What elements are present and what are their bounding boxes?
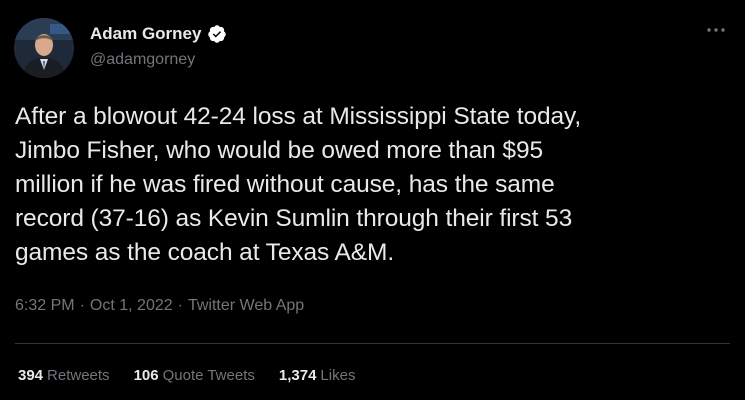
author-name-row: Adam Gorney — [90, 24, 227, 44]
more-icon[interactable] — [705, 22, 727, 38]
meta-separator: · — [177, 297, 183, 314]
verified-badge-icon — [208, 25, 227, 43]
meta-separator: · — [79, 297, 85, 314]
quote-tweets-label: Quote Tweets — [162, 367, 255, 384]
author-handle[interactable]: @adamgorney — [90, 51, 195, 69]
tweet-date[interactable]: Oct 1, 2022 — [90, 297, 173, 315]
tweet-card: Adam Gorney @adamgorney After a blowout … — [0, 0, 745, 400]
engagement-stats: 394 Retweets 106 Quote Tweets 1,374 Like… — [18, 367, 355, 384]
avatar[interactable] — [14, 18, 74, 78]
author-display-name[interactable]: Adam Gorney — [90, 24, 201, 44]
tweet-text: After a blowout 42-24 loss at Mississipp… — [15, 103, 582, 266]
likes-label: Likes — [320, 367, 356, 384]
likes-stat[interactable]: 1,374 Likes — [279, 367, 356, 384]
tweet-time[interactable]: 6:32 PM — [15, 297, 75, 315]
retweets-count: 394 — [18, 367, 44, 384]
tweet-meta: 6:32 PM · Oct 1, 2022 · Twitter Web App — [15, 297, 304, 315]
retweets-stat[interactable]: 394 Retweets — [18, 367, 110, 384]
likes-count: 1,374 — [278, 367, 317, 384]
retweets-label: Retweets — [47, 367, 110, 384]
tweet-source[interactable]: Twitter Web App — [188, 297, 304, 315]
quote-tweets-stat[interactable]: 106 Quote Tweets — [134, 367, 255, 384]
avatar-image — [14, 18, 74, 78]
divider — [15, 343, 730, 344]
quote-tweets-count: 106 — [133, 367, 159, 384]
